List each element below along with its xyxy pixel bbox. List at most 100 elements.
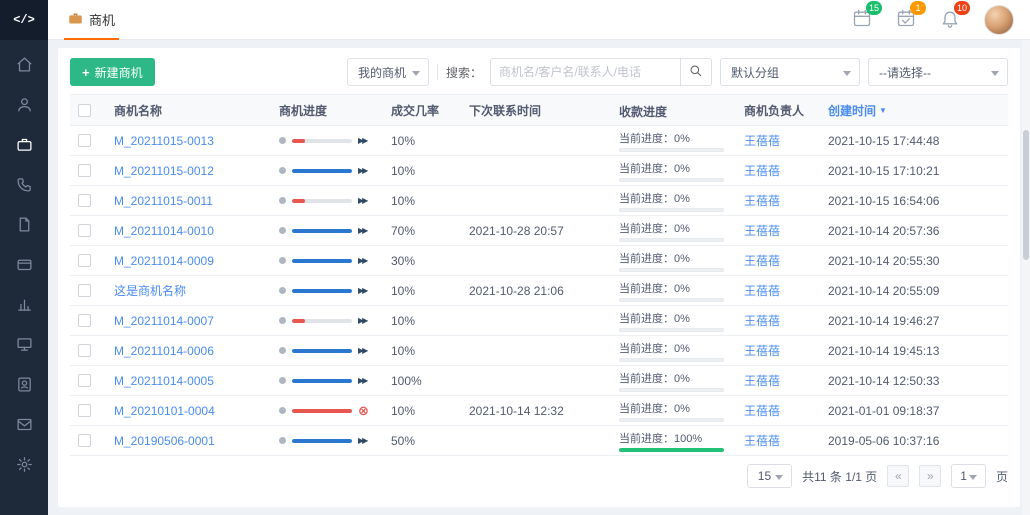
stage-progress-widget[interactable]: ▶▶ (279, 287, 366, 295)
page-size-select[interactable]: 15 (747, 464, 792, 488)
row-checkbox[interactable] (78, 434, 91, 447)
deal-rate-cell: 50% (387, 434, 465, 448)
payment-progress-label: 当前进度：0% (619, 252, 736, 266)
opportunity-name-link[interactable]: M_20211014-0005 (114, 374, 214, 388)
task-calendar-button[interactable]: 1 (896, 8, 916, 31)
owner-link[interactable]: 王蓓蓓 (744, 372, 780, 389)
table-row[interactable]: M_20211014-0010 ▶▶ 70% 2021-10-28 20:57 … (70, 216, 1008, 246)
new-business-button[interactable]: + 新建商机 (70, 58, 155, 86)
progress-end-icon: ▶▶ (358, 377, 366, 385)
user-avatar[interactable] (984, 5, 1014, 35)
owner-link[interactable]: 王蓓蓓 (744, 282, 780, 299)
stage-progress-widget[interactable]: ▶▶ (279, 257, 366, 265)
owner-link[interactable]: 王蓓蓓 (744, 342, 780, 359)
table-row[interactable]: M_20211014-0006 ▶▶ 10% 当前进度：0% 王蓓蓓 2021-… (70, 336, 1008, 366)
col-header-created[interactable]: 创建时间 ▼ (824, 102, 1008, 119)
table-header-row: 商机名称 商机进度 成交几率 下次联系时间 收款进度 商机负责人 创建时间 ▼ (70, 94, 1008, 126)
app-logo[interactable]: </> (0, 0, 48, 40)
prev-page-button[interactable]: « (887, 465, 909, 487)
payment-progress-cell: 当前进度：0% (615, 219, 740, 242)
opportunity-name-link[interactable]: M_20211015-0012 (114, 164, 214, 178)
search-button[interactable] (680, 58, 712, 86)
payment-progress-label: 当前进度：0% (619, 312, 736, 326)
log-calendar-button[interactable]: 15 (852, 8, 872, 31)
stage-progress-widget[interactable]: ▶▶ (279, 137, 366, 145)
owner-link[interactable]: 王蓓蓓 (744, 432, 780, 449)
table-row[interactable]: M_20211014-0005 ▶▶ 100% 当前进度：0% 王蓓蓓 2021… (70, 366, 1008, 396)
stage-progress-widget[interactable]: ▶▶ (279, 347, 366, 355)
row-checkbox[interactable] (78, 194, 91, 207)
stage-progress-widget[interactable]: ▶▶ (279, 437, 366, 445)
owner-link[interactable]: 王蓓蓓 (744, 312, 780, 329)
row-checkbox[interactable] (78, 134, 91, 147)
status-filter-select[interactable]: --请选择-- (868, 58, 1008, 86)
table-row[interactable]: M_20211015-0011 ▶▶ 10% 当前进度：0% 王蓓蓓 2021-… (70, 186, 1008, 216)
deal-rate-cell: 10% (387, 164, 465, 178)
stage-progress-widget[interactable]: ▶▶ (279, 197, 366, 205)
progress-bar-track (292, 349, 352, 353)
notification-bell-button[interactable]: 10 (940, 8, 960, 31)
owner-link[interactable]: 王蓓蓓 (744, 162, 780, 179)
opportunity-name-link[interactable]: M_20210101-0004 (114, 404, 215, 418)
row-checkbox[interactable] (78, 254, 91, 267)
row-checkbox[interactable] (78, 284, 91, 297)
opportunity-name-link[interactable]: M_20190506-0001 (114, 434, 215, 448)
row-checkbox[interactable] (78, 404, 91, 417)
progress-start-dot (279, 347, 286, 354)
created-time-cell: 2021-10-14 19:46:27 (824, 314, 1008, 328)
owner-link[interactable]: 王蓓蓓 (744, 252, 780, 269)
sidebar-item-mail[interactable] (0, 406, 48, 446)
owner-link[interactable]: 王蓓蓓 (744, 132, 780, 149)
stage-progress-widget[interactable]: ⊗ (279, 404, 369, 417)
opportunity-name-link[interactable]: 这是商机名称 (114, 282, 186, 299)
search-input[interactable] (490, 58, 680, 86)
opportunity-name-link[interactable]: M_20211014-0010 (114, 224, 214, 238)
table-row[interactable]: M_20210101-0004 ⊗ 10% 2021-10-14 12:32 当… (70, 396, 1008, 426)
owner-link[interactable]: 王蓓蓓 (744, 222, 780, 239)
payment-progress-track (619, 178, 724, 182)
owner-link[interactable]: 王蓓蓓 (744, 192, 780, 209)
table-row[interactable]: M_20211015-0013 ▶▶ 10% 当前进度：0% 王蓓蓓 2021-… (70, 126, 1008, 156)
row-checkbox[interactable] (78, 344, 91, 357)
sidebar-item-contracts[interactable] (0, 206, 48, 246)
select-all-checkbox[interactable] (78, 104, 91, 117)
stage-progress-widget[interactable]: ▶▶ (279, 377, 366, 385)
opportunity-name-link[interactable]: M_20211014-0006 (114, 344, 214, 358)
row-checkbox[interactable] (78, 314, 91, 327)
scrollbar-thumb[interactable] (1023, 130, 1029, 260)
page-jump-select[interactable]: 1 (951, 464, 986, 488)
row-checkbox[interactable] (78, 224, 91, 237)
sidebar-item-workbench[interactable] (0, 326, 48, 366)
next-page-button[interactable]: » (919, 465, 941, 487)
gear-icon (16, 456, 33, 476)
owner-link[interactable]: 王蓓蓓 (744, 402, 780, 419)
sidebar-item-calls[interactable] (0, 166, 48, 206)
table-row[interactable]: M_20211015-0012 ▶▶ 10% 当前进度：0% 王蓓蓓 2021-… (70, 156, 1008, 186)
opportunity-name-link[interactable]: M_20211015-0011 (114, 194, 213, 208)
row-checkbox[interactable] (78, 164, 91, 177)
sidebar-item-addressbook[interactable] (0, 366, 48, 406)
tab-business[interactable]: 商机 (64, 0, 119, 40)
row-checkbox[interactable] (78, 374, 91, 387)
opportunity-name-link[interactable]: M_20211014-0009 (114, 254, 214, 268)
table-row[interactable]: 这是商机名称 ▶▶ 10% 2021-10-28 21:06 当前进度：0% 王… (70, 276, 1008, 306)
page-unit-label: 页 (996, 468, 1008, 485)
scope-select[interactable]: 我的商机 (347, 58, 429, 86)
sidebar-item-settings[interactable] (0, 446, 48, 486)
stage-progress-widget[interactable]: ▶▶ (279, 227, 366, 235)
stage-progress-widget[interactable]: ▶▶ (279, 317, 366, 325)
sidebar-item-home[interactable] (0, 46, 48, 86)
group-select[interactable]: 默认分组 (720, 58, 860, 86)
table-row[interactable]: M_20211014-0009 ▶▶ 30% 当前进度：0% 王蓓蓓 2021-… (70, 246, 1008, 276)
table-row[interactable]: M_20211014-0007 ▶▶ 10% 当前进度：0% 王蓓蓓 2021-… (70, 306, 1008, 336)
opportunity-name-link[interactable]: M_20211015-0013 (114, 134, 214, 148)
sidebar-item-finance[interactable] (0, 246, 48, 286)
sidebar-item-business[interactable] (0, 126, 48, 166)
payment-progress-track (619, 358, 724, 362)
payment-progress-cell: 当前进度：0% (615, 399, 740, 422)
sidebar-item-customers[interactable] (0, 86, 48, 126)
opportunity-name-link[interactable]: M_20211014-0007 (114, 314, 214, 328)
table-row[interactable]: M_20190506-0001 ▶▶ 50% 当前进度：100% 王蓓蓓 201… (70, 426, 1008, 456)
stage-progress-widget[interactable]: ▶▶ (279, 167, 366, 175)
sidebar-item-reports[interactable] (0, 286, 48, 326)
